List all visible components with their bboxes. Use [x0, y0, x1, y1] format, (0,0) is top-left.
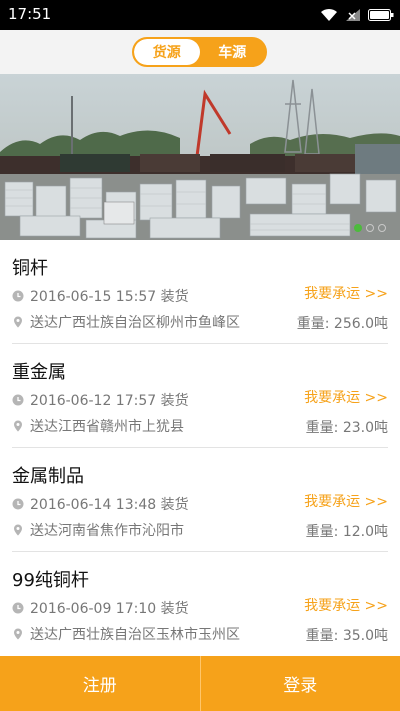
accept-shipment-button[interactable]: 我要承运 >>: [304, 491, 388, 511]
cargo-title: 金属制品: [12, 466, 84, 487]
list-item[interactable]: 金属制品 2016-06-14 13:48 装货 送达河南省焦作市沁阳市 我要承…: [0, 448, 400, 552]
top-header: 货源 车源: [0, 30, 400, 74]
source-type-switch: 货源 车源: [132, 37, 267, 67]
status-bar: 17:51: [0, 0, 400, 30]
destination: 送达江西省赣州市上犹县: [30, 419, 184, 435]
cargo-title: 99纯铜杆: [12, 570, 89, 591]
destination: 送达广西壮族自治区玉林市玉州区: [30, 627, 240, 643]
accept-shipment-button[interactable]: 我要承运 >>: [304, 387, 388, 407]
pager-dot: [378, 224, 386, 232]
load-time: 2016-06-15 15:57 装货: [30, 289, 189, 305]
banner-image: [0, 74, 400, 240]
load-time-row: 2016-06-12 17:57 装货: [12, 390, 189, 410]
cargo-title: 铜杆: [12, 258, 48, 279]
destination: 送达河南省焦作市沁阳市: [30, 523, 184, 539]
list-item[interactable]: 99纯铜杆 2016-06-09 17:10 装货 送达广西壮族自治区玉林市玉州…: [0, 552, 400, 656]
destination-row: 送达河南省焦作市沁阳市: [12, 520, 184, 540]
bottom-action-bar: 注册 登录: [0, 656, 400, 711]
destination: 送达广西壮族自治区柳州市鱼峰区: [30, 315, 240, 331]
tab-cargo-source[interactable]: 货源: [134, 39, 200, 65]
tab-vehicle-source[interactable]: 车源: [199, 39, 265, 65]
accept-shipment-button[interactable]: 我要承运 >>: [304, 595, 388, 615]
cargo-title: 重金属: [12, 362, 66, 383]
load-time: 2016-06-09 17:10 装货: [30, 601, 189, 617]
load-time-row: 2016-06-14 13:48 装货: [12, 494, 189, 514]
load-time: 2016-06-14 13:48 装货: [30, 497, 189, 513]
pager-dot-active: [354, 224, 362, 232]
clock-icon: [12, 498, 24, 510]
banner-pager: [354, 224, 386, 232]
battery-icon: [368, 9, 394, 21]
destination-row: 送达广西壮族自治区玉林市玉州区: [12, 624, 240, 644]
location-pin-icon: [14, 316, 22, 328]
cargo-weight: 重量: 256.0吨: [296, 316, 388, 332]
cellular-signal-icon: [346, 9, 360, 21]
banner-carousel[interactable]: [0, 74, 400, 240]
destination-row: 送达广西壮族自治区柳州市鱼峰区: [12, 312, 240, 332]
load-time: 2016-06-12 17:57 装货: [30, 393, 189, 409]
status-icons: [320, 7, 394, 23]
list-item[interactable]: 重金属 2016-06-12 17:57 装货 送达江西省赣州市上犹县 我要承运…: [0, 344, 400, 448]
cargo-weight: 重量: 23.0吨: [305, 420, 388, 436]
accept-shipment-button[interactable]: 我要承运 >>: [304, 283, 388, 303]
cargo-list: 铜杆 2016-06-15 15:57 装货 送达广西壮族自治区柳州市鱼峰区 我…: [0, 240, 400, 656]
login-button[interactable]: 登录: [201, 656, 400, 711]
wifi-icon: [321, 8, 337, 21]
status-time: 17:51: [8, 5, 52, 23]
location-pin-icon: [14, 524, 22, 536]
list-item[interactable]: 铜杆 2016-06-15 15:57 装货 送达广西壮族自治区柳州市鱼峰区 我…: [0, 240, 400, 344]
destination-row: 送达江西省赣州市上犹县: [12, 416, 184, 436]
clock-icon: [12, 394, 24, 406]
location-pin-icon: [14, 420, 22, 432]
cargo-weight: 重量: 12.0吨: [305, 524, 388, 540]
location-pin-icon: [14, 628, 22, 640]
clock-icon: [12, 290, 24, 302]
clock-icon: [12, 602, 24, 614]
load-time-row: 2016-06-15 15:57 装货: [12, 286, 189, 306]
cargo-weight: 重量: 35.0吨: [305, 628, 388, 644]
register-button[interactable]: 注册: [0, 656, 200, 711]
pager-dot: [366, 224, 374, 232]
load-time-row: 2016-06-09 17:10 装货: [12, 598, 189, 618]
